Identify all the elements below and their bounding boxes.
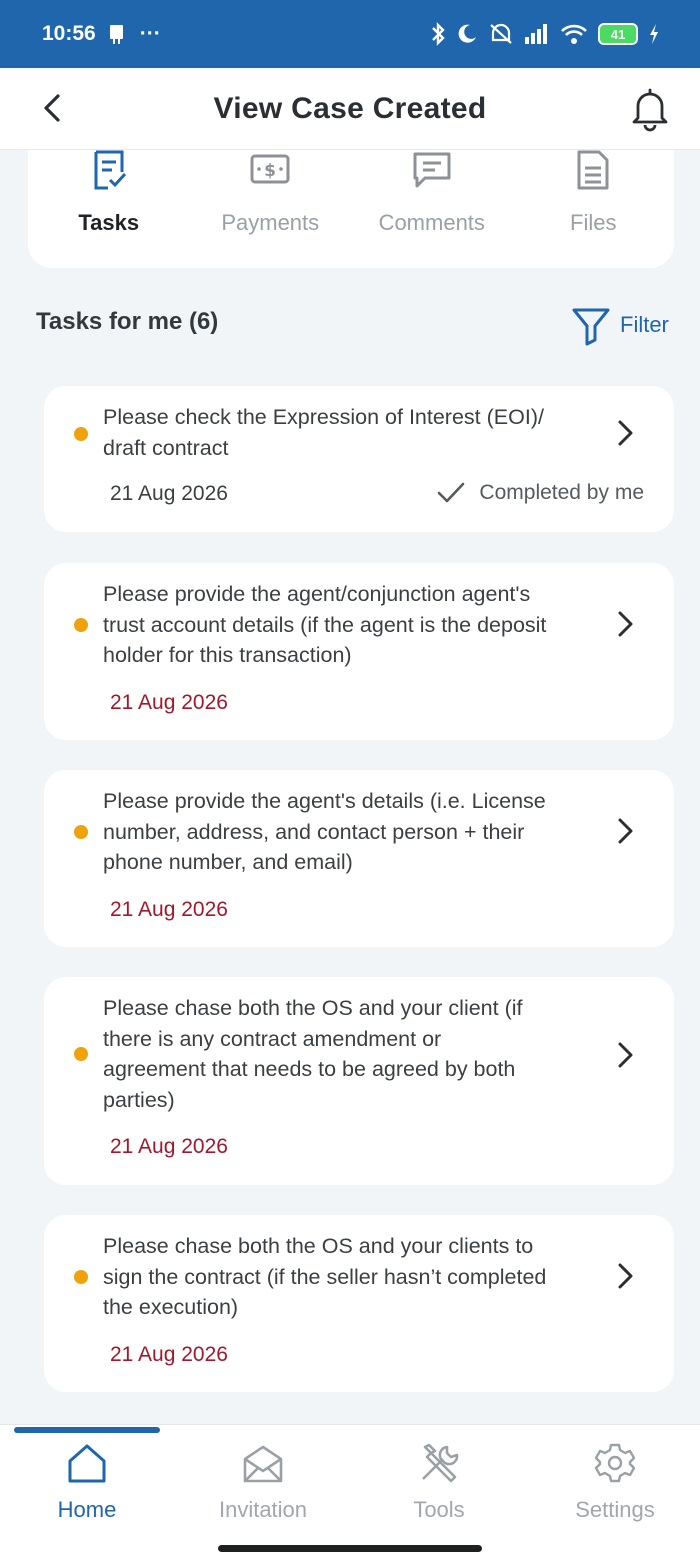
nav-label: Settings bbox=[575, 1497, 655, 1522]
task-title: Please chase both the OS and your client… bbox=[103, 996, 523, 1112]
files-icon bbox=[577, 150, 609, 190]
payments-icon: $ bbox=[250, 154, 290, 184]
filter-button[interactable]: Filter bbox=[570, 304, 669, 346]
wifi-icon bbox=[561, 24, 587, 44]
mute-icon bbox=[490, 23, 512, 44]
filter-icon bbox=[572, 308, 610, 346]
status-left: 10:56 ··· bbox=[42, 22, 161, 46]
nav-label: Invitation bbox=[218, 1497, 308, 1522]
tab-files[interactable]: Files bbox=[513, 150, 673, 236]
check-icon bbox=[438, 482, 465, 503]
svg-text:$: $ bbox=[264, 161, 276, 181]
comments-icon bbox=[413, 152, 451, 188]
task-title: Please provide the agent's details (i.e.… bbox=[103, 789, 546, 874]
tab-label: Files bbox=[570, 210, 617, 235]
battery-icon: 41 bbox=[598, 23, 638, 45]
tab-comments[interactable]: Comments bbox=[352, 150, 512, 236]
status-more: ··· bbox=[139, 22, 161, 45]
nav-label: Tools bbox=[413, 1497, 465, 1522]
moon-icon bbox=[458, 24, 476, 43]
chevron-right-icon bbox=[618, 611, 633, 637]
device-icon bbox=[109, 25, 123, 44]
task-card[interactable]: Please provide the agent/conjunction age… bbox=[44, 563, 674, 740]
home-icon bbox=[68, 1444, 106, 1483]
tab-label: Tasks bbox=[78, 210, 140, 235]
nav-home[interactable]: Home bbox=[12, 1441, 162, 1523]
task-title: Please check the Expression of Interest … bbox=[103, 405, 544, 460]
task-date: 21 Aug 2026 bbox=[110, 1135, 228, 1158]
page-title: View Case Created bbox=[213, 91, 487, 125]
status-dot bbox=[74, 1047, 88, 1061]
status-bar: 10:56 ··· 41 bbox=[0, 0, 700, 68]
status-right: 41 bbox=[430, 22, 660, 46]
active-tab-indicator bbox=[14, 1427, 160, 1433]
task-card[interactable]: Please chase both the OS and your client… bbox=[44, 1215, 674, 1392]
task-date: 21 Aug 2026 bbox=[110, 691, 228, 714]
filter-label: Filter bbox=[620, 312, 669, 337]
back-arrow-icon[interactable] bbox=[36, 90, 72, 126]
chevron-right-icon bbox=[618, 1263, 633, 1289]
status-dot bbox=[74, 1270, 88, 1284]
nav-label: Home bbox=[57, 1497, 117, 1522]
task-date: 21 Aug 2026 bbox=[110, 482, 228, 505]
tab-tasks[interactable]: Tasks bbox=[29, 150, 189, 236]
tab-label: Comments bbox=[378, 210, 485, 235]
status-label: Completed by me bbox=[479, 481, 644, 504]
task-card[interactable]: Please chase both the OS and your client… bbox=[44, 977, 674, 1185]
tasks-icon bbox=[94, 150, 126, 190]
tab-label: Payments bbox=[221, 210, 320, 235]
tab-payments[interactable]: $ Payments bbox=[190, 150, 350, 236]
task-title: Please provide the agent/conjunction age… bbox=[103, 582, 547, 667]
status-dot bbox=[74, 618, 88, 632]
task-card[interactable]: Please provide the agent's details (i.e.… bbox=[44, 770, 674, 947]
gear-icon bbox=[594, 1443, 636, 1483]
charging-icon bbox=[650, 24, 658, 44]
chevron-right-icon bbox=[618, 1042, 633, 1068]
task-title: Please chase both the OS and your client… bbox=[103, 1234, 547, 1319]
bluetooth-icon bbox=[432, 22, 445, 46]
envelope-icon bbox=[243, 1445, 283, 1483]
nav-tools[interactable]: Tools bbox=[364, 1441, 514, 1523]
nav-invitation[interactable]: Invitation bbox=[188, 1441, 338, 1523]
status-dot bbox=[74, 825, 88, 839]
nav-settings[interactable]: Settings bbox=[540, 1441, 690, 1523]
home-indicator bbox=[218, 1545, 482, 1552]
task-date: 21 Aug 2026 bbox=[110, 1343, 228, 1366]
task-date: 21 Aug 2026 bbox=[110, 898, 228, 921]
bottom-nav: Home Invitation Tools Settings bbox=[0, 1424, 700, 1561]
chevron-right-icon bbox=[618, 818, 633, 844]
section-title: Tasks for me (6) bbox=[36, 308, 219, 335]
status-time: 10:56 bbox=[42, 22, 96, 45]
tools-icon bbox=[422, 1443, 459, 1483]
signal-icon bbox=[525, 24, 547, 44]
status-dot bbox=[74, 427, 88, 441]
bell-icon[interactable] bbox=[628, 86, 672, 132]
chevron-right-icon bbox=[618, 420, 633, 446]
app-header: View Case Created bbox=[0, 68, 700, 150]
tabs-bar: Tasks $ Payments Comments Files bbox=[28, 150, 674, 268]
task-status: Completed by me bbox=[437, 481, 644, 505]
task-card[interactable]: Please check the Expression of Interest … bbox=[44, 386, 674, 532]
